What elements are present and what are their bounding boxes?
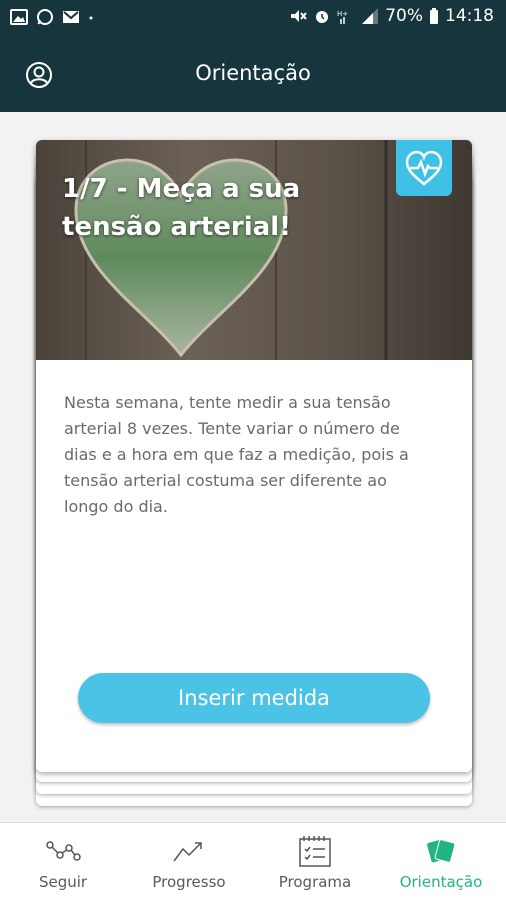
- card-title: 1/7 - Meça a sua tensão arterial!: [62, 174, 301, 242]
- notification-icons: [10, 8, 94, 26]
- app-bar: Orientação: [0, 36, 506, 112]
- system-status: H+ 70% 14:18: [289, 6, 494, 26]
- battery-percent: 70%: [385, 6, 423, 26]
- battery-icon: [429, 7, 439, 25]
- tab-seguir[interactable]: Seguir: [0, 823, 126, 900]
- tip-card[interactable]: 1/7 - Meça a sua tensão arterial! Nesta …: [36, 140, 472, 772]
- health-badge: [396, 140, 452, 196]
- network-icon: H+: [337, 7, 355, 25]
- trend-icon: [171, 835, 207, 867]
- status-bar: H+ 70% 14:18: [0, 0, 506, 36]
- page-title: Orientação: [195, 61, 311, 85]
- tab-programa[interactable]: Programa: [252, 823, 378, 900]
- card-description: Nesta semana, tente medir a sua tensão a…: [64, 393, 409, 516]
- whatsapp-icon: [36, 8, 54, 26]
- dot-icon: [88, 8, 94, 26]
- calendar-checklist-icon: [297, 835, 333, 867]
- signal-icon: [361, 7, 379, 25]
- tab-progresso[interactable]: Progresso: [126, 823, 252, 900]
- nodes-icon: [45, 835, 81, 867]
- mail-icon: [62, 8, 80, 26]
- tab-label: Seguir: [38, 873, 88, 891]
- mute-icon: [289, 7, 307, 25]
- alarm-icon: [313, 7, 331, 25]
- tab-label: Progresso: [152, 873, 226, 891]
- tab-orientacao[interactable]: Orientação: [378, 823, 504, 900]
- tab-label: Orientação: [399, 873, 483, 891]
- heart-pulse-icon: [405, 150, 443, 186]
- insert-measurement-button[interactable]: Inserir medida: [78, 673, 430, 723]
- tab-label: Programa: [278, 873, 352, 891]
- svg-text:H+: H+: [337, 10, 348, 18]
- clock: 14:18: [445, 6, 494, 26]
- image-icon: [10, 8, 28, 26]
- cards-icon: [423, 835, 459, 867]
- bottom-navigation: Seguir Progresso Programa Orientação: [0, 822, 506, 900]
